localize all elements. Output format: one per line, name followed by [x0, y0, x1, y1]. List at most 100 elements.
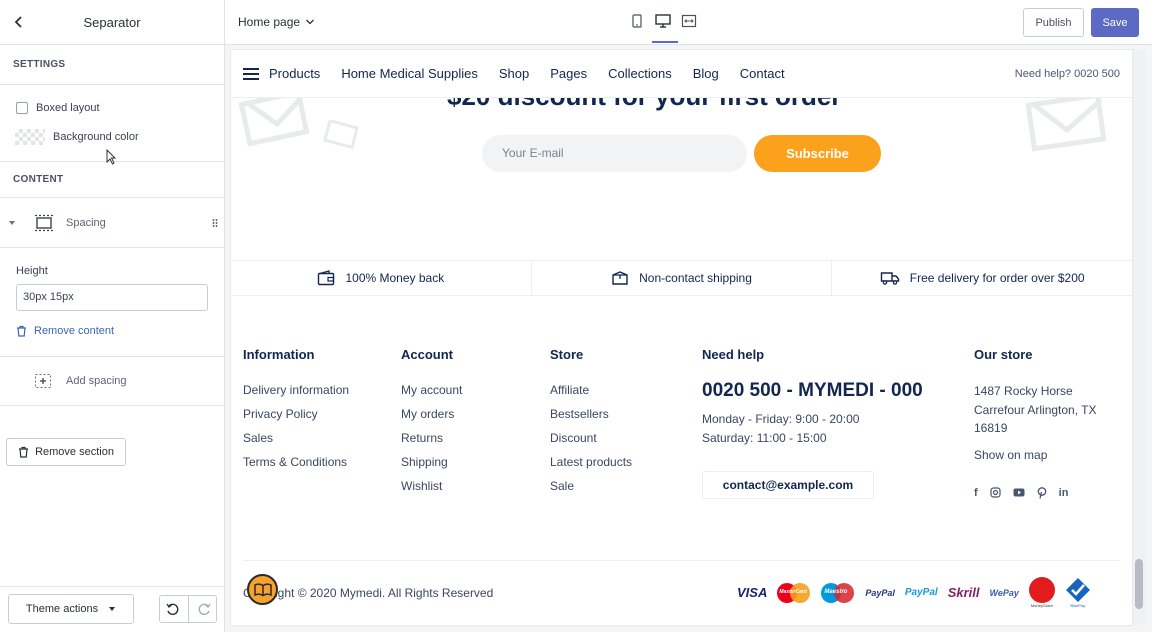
feature-label: Non-contact shipping	[639, 271, 752, 285]
footer-link[interactable]: Shipping	[401, 455, 448, 469]
footer-link[interactable]: Returns	[401, 431, 443, 445]
subscribe-button[interactable]: Subscribe	[754, 135, 881, 172]
undo-icon[interactable]	[165, 602, 179, 616]
footer-link[interactable]: Delivery information	[243, 383, 349, 397]
footer-hours-saturday: Saturday: 11:00 - 15:00	[702, 431, 827, 445]
store-navigation: Products Home Medical Supplies Shop Page…	[231, 50, 1132, 98]
page-selector-label: Home page	[238, 15, 301, 29]
chevron-down-icon	[306, 19, 315, 25]
mobile-icon	[632, 14, 642, 28]
footer-address-line: Carrefour Arlington, TX	[974, 403, 1097, 417]
preview-scrollbar[interactable]	[1133, 50, 1145, 625]
social-links: f in	[974, 487, 1068, 499]
boxed-layout-checkbox[interactable]	[16, 102, 28, 114]
background-color-option[interactable]: Background color	[15, 129, 139, 145]
redo-icon[interactable]	[198, 602, 212, 616]
caret-down-icon[interactable]	[8, 219, 16, 227]
youtube-icon[interactable]	[1013, 487, 1025, 498]
nav-item-contact[interactable]: Contact	[740, 66, 785, 81]
feature-free-delivery: Free delivery for order over $200	[832, 261, 1132, 295]
instagram-icon[interactable]	[990, 487, 1001, 498]
background-color-swatch[interactable]	[15, 129, 45, 145]
skrill-logo: Skrill	[947, 585, 980, 600]
add-spacing-label: Add spacing	[66, 375, 127, 387]
store-preview: Products Home Medical Supplies Shop Page…	[231, 50, 1132, 625]
remove-section-button[interactable]: Remove section	[6, 438, 126, 466]
envelope-decoration-icon	[323, 120, 359, 150]
features-bar: 100% Money back Non-contact shipping Fre…	[231, 260, 1132, 296]
page-selector-dropdown[interactable]: Home page	[238, 15, 315, 29]
moneygram-logo-text: MoneyGram	[1030, 603, 1053, 608]
nav-item-products[interactable]: Products	[269, 66, 320, 81]
footer-contact-email-button[interactable]: contact@example.com	[702, 471, 874, 499]
footer-link[interactable]: Affiliate	[550, 383, 589, 397]
preview-scrollbar-thumb[interactable]	[1135, 559, 1143, 609]
nav-help-phone[interactable]: Need help? 0020 500	[1015, 68, 1120, 80]
book-icon[interactable]	[247, 574, 278, 605]
active-device-indicator	[652, 41, 678, 43]
footer-link[interactable]: Latest products	[550, 455, 632, 469]
add-spacing-button[interactable]: Add spacing	[34, 373, 127, 389]
footer-store-title: Store	[550, 347, 584, 362]
moneygram-logo: MoneyGram	[1028, 577, 1055, 608]
save-button[interactable]: Save	[1091, 8, 1139, 37]
wepay-logo: WePay	[989, 587, 1019, 598]
remove-content-link[interactable]: Remove content	[16, 325, 114, 337]
content-heading: CONTENT	[0, 162, 224, 198]
footer-phone-number[interactable]: 0020 500 - MYMEDI - 000	[702, 380, 923, 402]
drag-handle-icon[interactable]	[212, 218, 218, 228]
nav-item-pages[interactable]: Pages	[550, 66, 587, 81]
facebook-icon[interactable]: f	[974, 487, 978, 499]
divider	[187, 595, 189, 623]
feature-money-back: 100% Money back	[231, 261, 532, 295]
theme-actions-dropdown[interactable]: Theme actions	[8, 594, 134, 624]
height-label: Height	[16, 265, 48, 277]
linkedin-icon[interactable]: in	[1059, 487, 1069, 499]
footer-need-help-title: Need help	[702, 347, 765, 362]
sidebar-title: Separator	[83, 14, 141, 30]
nav-item-collections[interactable]: Collections	[608, 66, 672, 81]
mastercard-logo-text: MasterCard	[779, 588, 807, 595]
desktop-view-button[interactable]	[655, 12, 671, 30]
footer-show-on-map-link[interactable]: Show on map	[974, 448, 1047, 462]
divider	[0, 405, 224, 406]
remove-section-label: Remove section	[35, 446, 114, 458]
background-color-label: Background color	[53, 131, 139, 143]
footer-link[interactable]: Discount	[550, 431, 597, 445]
caret-down-icon	[109, 607, 116, 611]
nav-products[interactable]: Products	[243, 66, 341, 81]
footer-link[interactable]: My orders	[401, 407, 454, 421]
trash-icon	[19, 446, 29, 458]
device-switcher	[629, 12, 697, 30]
wallet-icon	[318, 270, 335, 286]
feature-label: Free delivery for order over $200	[909, 271, 1085, 285]
spacing-block-item[interactable]: Spacing	[8, 214, 218, 232]
pinterest-icon[interactable]	[1037, 487, 1047, 499]
nav-item-blog[interactable]: Blog	[693, 66, 719, 81]
publish-button[interactable]: Publish	[1023, 8, 1084, 37]
back-arrow-icon[interactable]	[10, 13, 28, 31]
fullwidth-view-button[interactable]	[681, 12, 697, 30]
remove-content-label: Remove content	[34, 325, 115, 337]
footer-link[interactable]: My account	[401, 383, 462, 397]
mobile-view-button[interactable]	[629, 12, 645, 30]
bluepay-logo-text: BluePay	[1070, 603, 1086, 608]
boxed-layout-option[interactable]: Boxed layout	[16, 102, 100, 114]
footer-link[interactable]: Bestsellers	[550, 407, 609, 421]
height-input[interactable]: 30px 15px	[16, 284, 208, 311]
footer-link[interactable]: Wishlist	[401, 479, 442, 493]
divider	[0, 247, 224, 248]
maestro-logo-text: Maestro	[824, 588, 848, 595]
fullscreen-icon	[681, 14, 697, 28]
editor-topbar: Home page Publish Save	[225, 0, 1152, 45]
truck-icon	[880, 272, 899, 285]
nav-item-home-medical-supplies[interactable]: Home Medical Supplies	[341, 66, 478, 81]
envelope-decoration-icon	[1025, 92, 1107, 152]
footer-link[interactable]: Sale	[550, 479, 574, 493]
footer-link[interactable]: Terms & Conditions	[243, 455, 347, 469]
footer-link[interactable]: Sales	[243, 431, 273, 445]
footer-link[interactable]: Privacy Policy	[243, 407, 318, 421]
footer-address-line: 16819	[974, 421, 1008, 435]
newsletter-email-input[interactable]: Your E-mail	[482, 135, 747, 172]
nav-item-shop[interactable]: Shop	[499, 66, 529, 81]
